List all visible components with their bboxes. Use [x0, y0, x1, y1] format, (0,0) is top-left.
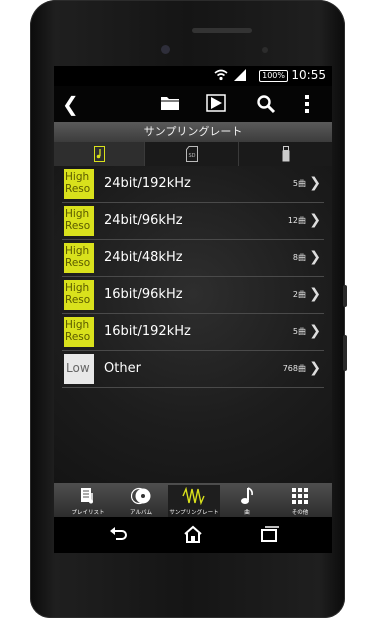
sample-rate-list: High Reso 24bit/192kHz 5曲 ❯ High Reso 24bit/96k… — [54, 166, 332, 486]
list-item[interactable]: Low Other 768曲 ❯ — [62, 351, 324, 388]
overflow-menu-icon[interactable] — [304, 94, 310, 114]
earpiece-speaker — [192, 28, 252, 33]
badge-text: High — [65, 245, 90, 257]
signal-icon — [234, 69, 246, 81]
badge-text: High — [65, 208, 90, 220]
tab-usb[interactable] — [239, 142, 332, 166]
tab-sampling-rate[interactable]: サンプリングレート — [168, 485, 220, 517]
sensor — [262, 47, 268, 53]
play-icon[interactable] — [206, 94, 226, 112]
chevron-right-icon: ❯ — [309, 249, 321, 265]
sd-card-icon: SD — [186, 146, 198, 162]
tab-playlists[interactable]: プレイリスト — [62, 485, 114, 517]
hi-res-badge: High Reso — [64, 243, 94, 273]
usb-icon — [282, 146, 290, 162]
chevron-right-icon: ❯ — [309, 286, 321, 302]
list-item[interactable]: High Reso 24bit/96kHz 12曲 ❯ — [62, 203, 324, 240]
chevron-right-icon: ❯ — [309, 323, 321, 339]
hi-res-badge: High Reso — [64, 317, 94, 347]
list-item[interactable]: High Reso 24bit/192kHz 5曲 ❯ — [62, 166, 324, 203]
sample-rate-label: 24bit/96kHz — [104, 213, 183, 228]
tab-label: プレイリスト — [71, 510, 105, 516]
power-button — [343, 285, 347, 307]
folder-icon[interactable] — [160, 94, 180, 112]
badge-text: Reso — [65, 220, 91, 232]
sample-rate-label: 16bit/96kHz — [104, 287, 183, 302]
sample-rate-label: 24bit/192kHz — [104, 176, 191, 191]
badge-text: Low — [66, 361, 90, 375]
volume-button — [343, 335, 347, 371]
chevron-right-icon: ❯ — [309, 212, 321, 228]
waveform-icon — [182, 486, 206, 509]
wifi-icon — [214, 69, 228, 81]
tab-albums[interactable]: アルバム — [115, 485, 167, 517]
badge-text: High — [65, 319, 90, 331]
tab-label: アルバム — [130, 510, 152, 516]
tab-songs[interactable]: 曲 — [221, 485, 273, 517]
sample-rate-label: 24bit/48kHz — [104, 250, 183, 265]
badge-text: Reso — [65, 183, 91, 195]
action-bar: ❮ — [54, 86, 332, 122]
bottom-tab-bar: プレイリスト アルバム サンプリングレート 曲 その他 — [54, 483, 332, 517]
track-count: 5曲 — [292, 179, 306, 188]
tab-internal-storage[interactable] — [54, 142, 145, 166]
music-note-icon — [94, 146, 105, 162]
hi-res-badge: High Reso — [64, 169, 94, 199]
tab-label: 曲 — [244, 510, 250, 516]
divider — [62, 387, 324, 388]
list-item[interactable]: High Reso 16bit/192kHz 5曲 ❯ — [62, 314, 324, 351]
music-note-icon — [240, 487, 254, 509]
chevron-right-icon: ❯ — [309, 175, 321, 191]
battery-indicator: 100% — [259, 70, 288, 82]
chevron-left-icon[interactable]: ❮ — [62, 92, 79, 116]
chevron-right-icon: ❯ — [309, 360, 321, 376]
sample-rate-label: Other — [104, 361, 141, 376]
sample-rate-label: 16bit/192kHz — [104, 324, 191, 339]
tab-label: サンプリングレート — [169, 510, 219, 516]
album-icon — [130, 487, 151, 509]
track-count: 2曲 — [292, 290, 306, 299]
low-res-badge: Low — [64, 354, 94, 384]
screen: 100% 10:55 ❮ サンプリングレート SD High Reso 24bi… — [54, 66, 332, 553]
track-count: 768曲 — [282, 364, 306, 373]
hi-res-badge: High Reso — [64, 280, 94, 310]
tab-others[interactable]: その他 — [274, 485, 326, 517]
list-item[interactable]: High Reso 24bit/48kHz 8曲 ❯ — [62, 240, 324, 277]
status-bar: 100% 10:55 — [54, 66, 332, 86]
back-icon[interactable] — [108, 525, 128, 543]
track-count: 5曲 — [292, 327, 306, 336]
tab-sd-card[interactable]: SD — [145, 142, 239, 166]
badge-text: High — [65, 282, 90, 294]
grid-icon — [291, 487, 309, 509]
svg-text:SD: SD — [189, 153, 196, 159]
tab-label: その他 — [291, 510, 309, 516]
search-icon[interactable] — [256, 94, 276, 114]
track-count: 8曲 — [292, 253, 306, 262]
list-item[interactable]: High Reso 16bit/96kHz 2曲 ❯ — [62, 277, 324, 314]
badge-text: Reso — [65, 331, 91, 343]
track-count: 12曲 — [287, 216, 306, 225]
page-title: サンプリングレート — [54, 122, 332, 142]
badge-text: High — [65, 171, 90, 183]
clock: 10:55 — [291, 68, 326, 82]
playlist-icon — [80, 487, 96, 509]
system-nav-bar — [54, 517, 332, 553]
recents-icon[interactable] — [259, 525, 279, 543]
badge-text: Reso — [65, 294, 91, 306]
home-icon[interactable] — [183, 525, 203, 543]
source-tabs: SD — [54, 142, 332, 166]
badge-text: Reso — [65, 257, 91, 269]
front-camera — [161, 45, 170, 54]
hi-res-badge: High Reso — [64, 206, 94, 236]
